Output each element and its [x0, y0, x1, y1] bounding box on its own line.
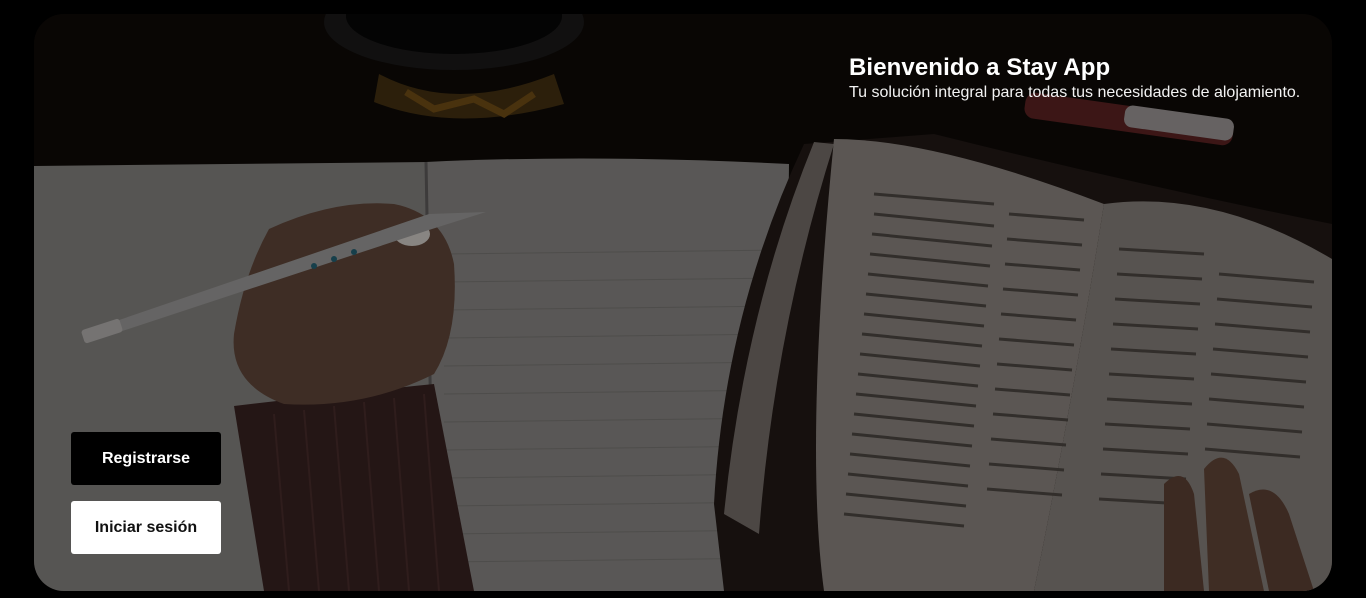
login-button[interactable]: Iniciar sesión — [71, 501, 221, 554]
welcome-block: Bienvenido a Stay App Tu solución integr… — [849, 54, 1300, 103]
page-title: Bienvenido a Stay App — [849, 54, 1111, 81]
page-subtitle: Tu solución integral para todas tus nece… — [849, 84, 1301, 101]
register-button[interactable]: Registrarse — [71, 432, 221, 485]
